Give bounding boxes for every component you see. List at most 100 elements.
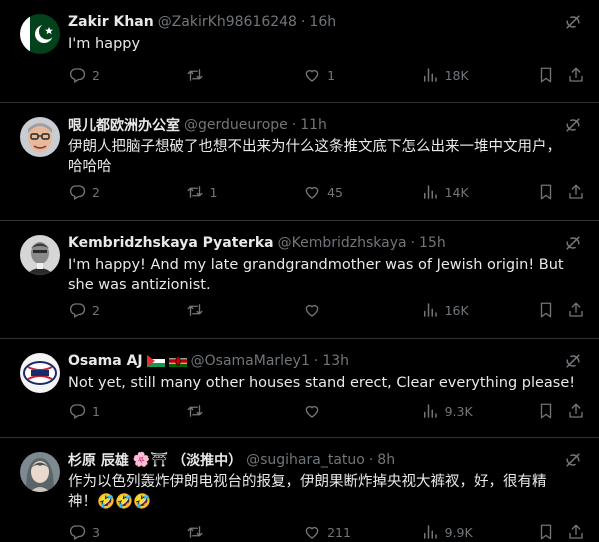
bookmark-button[interactable] xyxy=(537,523,567,541)
reply-icon xyxy=(68,66,86,84)
avatar[interactable] xyxy=(20,235,60,275)
user-handle[interactable]: @gerdueurope xyxy=(184,117,288,133)
user-handle[interactable]: @ZakirKh98616248 xyxy=(158,14,297,30)
views-icon xyxy=(421,301,439,319)
display-name[interactable]: Zakir Khan xyxy=(68,14,154,30)
views-button[interactable]: 16K xyxy=(421,301,538,319)
tweet-header: 杉原 辰雄 🌸⛩ （淡推中） @sugihara_tatuo · 8h xyxy=(68,450,583,470)
share-button[interactable] xyxy=(567,66,585,84)
timestamp[interactable]: 8h xyxy=(377,452,395,468)
avatar[interactable] xyxy=(20,14,60,54)
like-icon xyxy=(303,523,321,541)
reply-count: 1 xyxy=(92,403,100,419)
like-count: 45 xyxy=(327,184,343,200)
tweet-text: I'm happy xyxy=(68,36,141,52)
share-button[interactable] xyxy=(567,402,585,420)
user-handle[interactable]: @OsamaMarley1 xyxy=(191,353,310,369)
user-handle[interactable]: @Kembridzhskaya xyxy=(278,235,407,251)
bookmark-button[interactable] xyxy=(537,183,567,201)
avatar[interactable] xyxy=(20,117,60,157)
tweet-text: 伊朗人把脑子想破了也想不出来为什么这条推文底下怎么出来一堆中文用户，哈哈哈 xyxy=(68,139,561,175)
separator-dot: · xyxy=(368,452,374,468)
tweet[interactable]: Kembridzhskaya Pyaterka @Kembridzhskaya … xyxy=(0,221,599,339)
like-button[interactable]: 45 xyxy=(303,183,421,201)
retweet-icon xyxy=(186,402,204,420)
display-name[interactable]: Osama AJ xyxy=(68,353,143,369)
action-bar: 1 9.3K xyxy=(68,402,585,420)
display-name[interactable]: Kembridzhskaya Pyaterka xyxy=(68,235,274,251)
bookmark-button[interactable] xyxy=(537,402,567,420)
views-button[interactable]: 18K xyxy=(421,66,538,84)
tweet[interactable]: Osama AJ @OsamaMarley1 · 13h Not yet, st… xyxy=(0,339,599,438)
bookmark-button[interactable] xyxy=(537,301,567,319)
reply-button[interactable]: 1 xyxy=(68,402,186,420)
retweet-button[interactable] xyxy=(186,402,304,420)
views-icon xyxy=(421,66,439,84)
retweet-icon xyxy=(186,66,204,84)
timestamp[interactable]: 13h xyxy=(322,353,349,369)
action-bar: 2 1 18K xyxy=(68,66,585,84)
timeline-feed: Zakir Khan @ZakirKh98616248 · 16h I'm ha… xyxy=(0,0,599,542)
timestamp[interactable]: 16h xyxy=(309,14,336,30)
views-button[interactable]: 9.3K xyxy=(421,402,538,420)
timestamp[interactable]: 11h xyxy=(300,117,327,133)
retweet-button[interactable] xyxy=(186,301,304,319)
grok-icon[interactable] xyxy=(563,12,583,32)
bookmark-icon xyxy=(537,66,555,84)
bookmark-button[interactable] xyxy=(537,66,567,84)
views-button[interactable]: 14K xyxy=(421,183,538,201)
grok-icon[interactable] xyxy=(563,115,583,135)
tweet[interactable]: Zakir Khan @ZakirKh98616248 · 16h I'm ha… xyxy=(0,0,599,103)
display-name[interactable]: 哏儿都欧洲办公室 xyxy=(68,115,180,135)
separator-dot: · xyxy=(300,14,306,30)
avatar[interactable] xyxy=(20,452,60,492)
share-icon xyxy=(567,66,585,84)
reply-button[interactable]: 3 xyxy=(68,523,186,541)
reply-button[interactable]: 2 xyxy=(68,66,186,84)
separator-dot: · xyxy=(410,235,416,251)
grok-icon[interactable] xyxy=(563,233,583,253)
reply-button[interactable]: 2 xyxy=(68,301,186,319)
share-icon xyxy=(567,301,585,319)
display-name[interactable]: 杉原 辰雄 xyxy=(68,450,129,470)
like-button[interactable]: 1 xyxy=(303,66,421,84)
like-button[interactable]: 211 xyxy=(303,523,421,541)
reply-icon xyxy=(68,301,86,319)
action-bar: 3 211 9.9K xyxy=(68,523,585,541)
retweet-button[interactable] xyxy=(186,66,304,84)
views-count: 18K xyxy=(444,67,469,83)
views-button[interactable]: 9.9K xyxy=(421,523,538,541)
share-button[interactable] xyxy=(567,183,585,201)
reply-icon xyxy=(68,523,86,541)
retweet-button[interactable]: 1 xyxy=(186,183,304,201)
like-icon xyxy=(303,402,321,420)
grok-icon[interactable] xyxy=(563,351,583,371)
reply-button[interactable]: 2 xyxy=(68,183,186,201)
tweet[interactable]: 杉原 辰雄 🌸⛩ （淡推中） @sugihara_tatuo · 8h 作为以色… xyxy=(0,438,599,542)
share-button[interactable] xyxy=(567,301,585,319)
like-button[interactable] xyxy=(303,402,421,420)
palestine-flag-icon xyxy=(146,355,165,367)
grok-icon[interactable] xyxy=(563,450,583,470)
share-icon xyxy=(567,402,585,420)
share-button[interactable] xyxy=(567,523,585,541)
name-suffix: （淡推中） xyxy=(172,453,243,469)
tweet-text: 作为以色列轰炸伊朗电视台的报复，伊朗果断炸掉央视大裤衩，好，很有精神！🤣🤣🤣 xyxy=(68,474,547,510)
like-count: 211 xyxy=(327,524,351,540)
tweet[interactable]: 哏儿都欧洲办公室 @gerdueurope · 11h 伊朗人把脑子想破了也想不… xyxy=(0,103,599,221)
bookmark-icon xyxy=(537,402,555,420)
like-button[interactable] xyxy=(303,301,421,319)
user-handle[interactable]: @sugihara_tatuo xyxy=(246,452,365,468)
retweet-button[interactable] xyxy=(186,523,304,541)
timestamp[interactable]: 15h xyxy=(419,235,446,251)
avatar[interactable] xyxy=(20,353,60,393)
like-icon xyxy=(303,301,321,319)
separator-dot: · xyxy=(313,353,319,369)
action-bar: 2 1 45 14K xyxy=(68,183,585,201)
share-icon xyxy=(567,183,585,201)
reply-count: 3 xyxy=(92,524,100,540)
tweet-header: 哏儿都欧洲办公室 @gerdueurope · 11h xyxy=(68,115,583,135)
views-count: 16K xyxy=(444,302,469,318)
views-icon xyxy=(421,183,439,201)
retweet-count: 1 xyxy=(209,184,218,200)
